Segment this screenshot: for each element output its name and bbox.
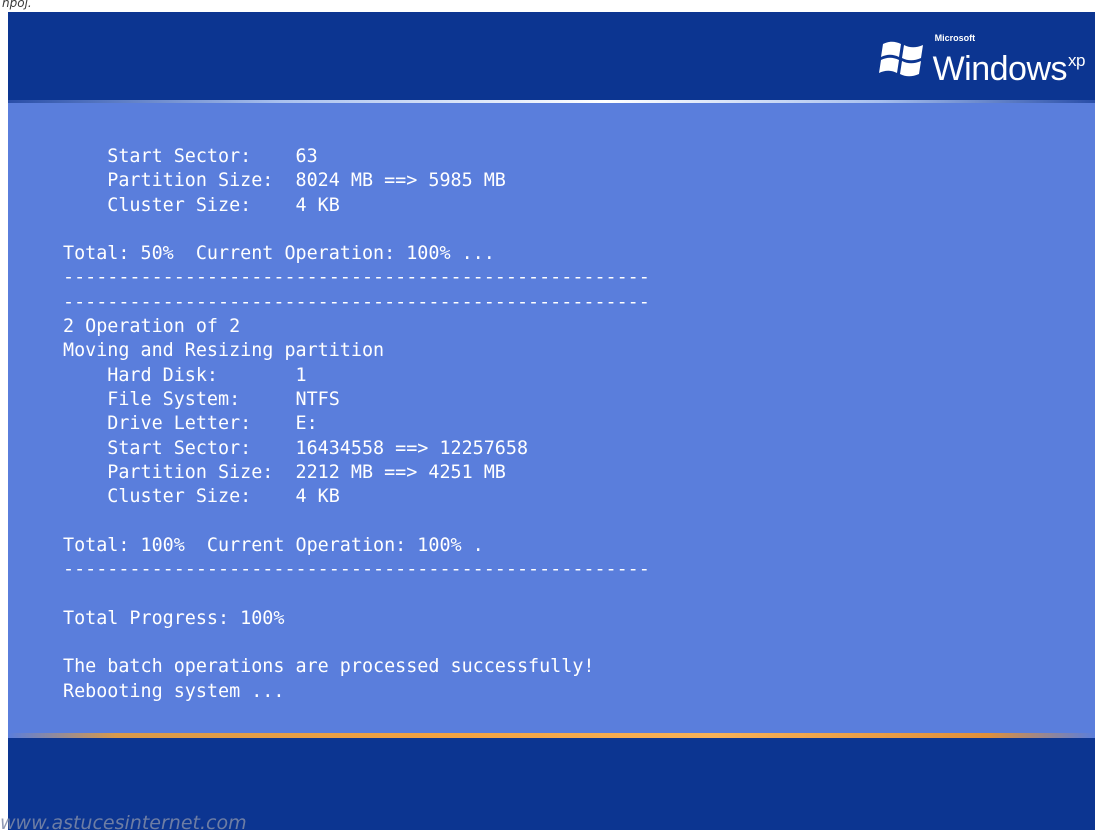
console-line: Cluster Size: 4 KB [63,486,340,508]
console-line: File System: NTFS [63,388,340,410]
watermark-text: www.astucesinternet.com [0,812,247,830]
console-line: Total Progress: 100% [63,607,285,629]
console-panel: Start Sector: 63 Partition Size: 8024 MB… [8,103,1095,733]
console-line: ----------------------------------------… [63,291,650,313]
boot-screen: npoj. Microsoft Windowsxp Start Sector: … [0,0,1095,830]
console-line: Total: 50% Current Operation: 100% ... [63,243,495,265]
logo-product-line: Windowsxp [932,41,1086,89]
console-line: Moving and Resizing partition [63,340,385,362]
console-line: Total: 100% Current Operation: 100% . [63,534,484,556]
console-line: Hard Disk: 1 [63,364,307,386]
console-line: Rebooting system ... [63,680,285,702]
console-line: Partition Size: 2212 MB ==> 4251 MB [63,461,506,483]
windows-flag-icon [878,41,923,77]
console-line: The batch operations are processed succe… [63,656,595,678]
console-line: Start Sector: 63 [63,146,318,167]
console-line: Partition Size: 8024 MB ==> 5985 MB [63,170,506,192]
windows-xp-logo: Microsoft Windowsxp [878,22,1086,92]
console-line: Cluster Size: 4 KB [63,194,340,216]
logo-wordmark: Microsoft Windowsxp [932,27,1086,89]
corner-text: npoj. [2,0,32,10]
logo-edition: xp [1068,51,1085,70]
logo-company: Microsoft [934,33,976,43]
console-line: ----------------------------------------… [63,267,650,289]
console-line: Drive Letter: E: [63,413,318,435]
console-output: Start Sector: 63 Partition Size: 8024 MB… [63,145,650,704]
logo-product: Windows [932,50,1068,88]
console-line: Start Sector: 16434558 ==> 12257658 [63,437,529,459]
console-line: ----------------------------------------… [63,559,650,581]
console-line: 2 Operation of 2 [63,316,241,338]
